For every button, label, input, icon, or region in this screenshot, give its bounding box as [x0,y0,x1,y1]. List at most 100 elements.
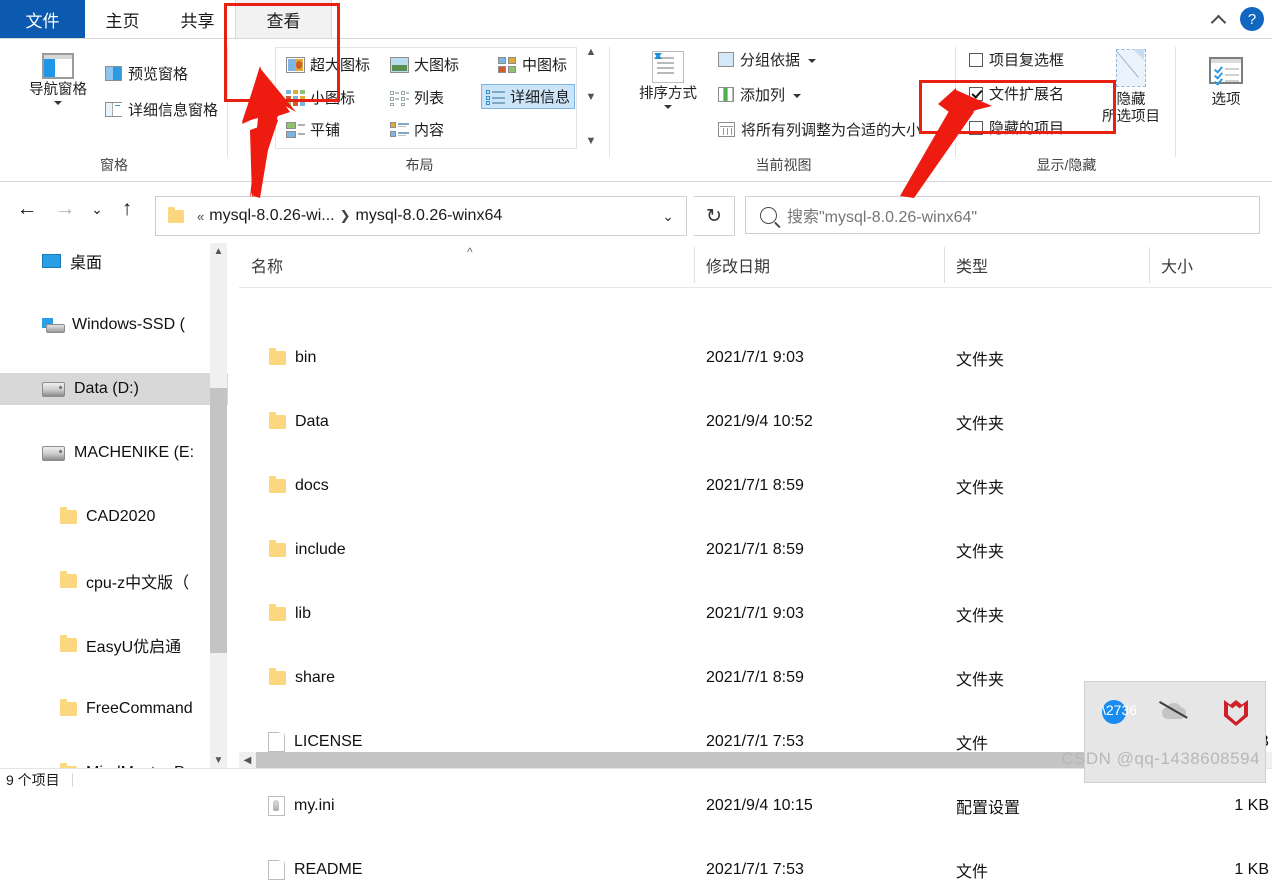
address-dropdown-icon[interactable]: ⌄ [662,208,674,225]
scroll-up-icon[interactable]: ▲ [210,243,227,260]
view-option-medium[interactable]: 中图标 [494,53,571,76]
tree-item-machenike-e[interactable]: MACHENIKE (E: [0,437,228,469]
view-option-extra-large[interactable]: 超大图标 [282,53,374,76]
search-input[interactable]: 搜索"mysql-8.0.26-winx64" [787,203,977,227]
add-column-button[interactable]: 添加列 [718,84,802,105]
table-row[interactable]: Data 2021/9/4 10:52 文件夹 [239,406,1272,438]
onedrive-offline-icon[interactable] [1159,700,1190,722]
tree-item-windows-ssd[interactable]: Windows-SSD ( [0,309,228,341]
ribbon-body: 导航窗格 预览窗格 详细信息窗格 窗格 超大图标 大图标 中图标 小图标 列表 … [0,39,1272,182]
nav-pane-button[interactable]: 导航窗格 [18,53,98,105]
file-date: 2021/7/1 8:59 [706,669,804,686]
crumb-overflow-button[interactable]: « [197,209,204,224]
breadcrumb-item-1[interactable]: mysql-8.0.26-wi... [209,207,334,225]
fit-columns-button[interactable]: 将所有列调整为合适的大小 [718,119,921,140]
mcafee-shield-icon[interactable] [1224,700,1248,726]
file-icon [268,860,285,880]
chevron-up-icon[interactable] [1210,10,1228,28]
tab-share[interactable]: 共享 [160,0,235,38]
details-pane-button[interactable]: 详细信息窗格 [105,99,218,120]
column-header-type[interactable]: 类型 [944,243,1149,287]
sort-by-button[interactable]: 排序方式 [625,51,711,109]
main-content: 桌面 Windows-SSD ( Data (D:) MACHENIKE (E:… [0,243,1272,881]
tree-item-label: cpu-z中文版（ [86,575,190,592]
item-checkboxes-option[interactable]: 项目复选框 [969,49,1064,70]
address-bar[interactable]: « mysql-8.0.26-wi... ❯ mysql-8.0.26-winx… [155,196,687,236]
item-checkboxes-label: 项目复选框 [989,52,1065,69]
hide-selected-items-button[interactable]: 隐藏 所选项目 [1097,49,1165,125]
hidden-items-option[interactable]: 隐藏的项目 [969,117,1064,138]
column-header-size[interactable]: 大小 [1149,243,1269,287]
view-option-large[interactable]: 大图标 [386,53,463,76]
tab-share-label: 共享 [180,11,215,31]
view-option-small[interactable]: 小图标 [282,86,359,109]
up-button[interactable]: ↑ [114,196,140,222]
hidden-items-checkbox[interactable] [969,120,983,135]
nav-pane-label: 导航窗格 [29,82,87,98]
back-button[interactable]: ← [14,196,40,222]
item-checkboxes-checkbox[interactable] [969,52,983,67]
tree-item-label: Data (D:) [74,380,139,397]
tree-item-desktop[interactable]: 桌面 [0,245,228,277]
tab-home-label: 主页 [105,11,140,31]
scroll-left-icon[interactable]: ◀ [239,752,256,769]
table-row[interactable]: README 2021/7/1 7:53 文件 1 KB [239,854,1272,886]
status-item-count: 9 个项目 [6,772,60,788]
preview-pane-button[interactable]: 预览窗格 [105,63,188,84]
view-option-details[interactable]: 详细信息 [481,84,576,109]
tab-file[interactable]: 文件 [0,0,85,38]
file-type: 文件 [956,736,989,753]
layout-scroll-down-icon[interactable]: ▼ [586,91,597,103]
options-button[interactable]: 选项 [1195,57,1257,109]
recent-locations-button[interactable]: ⌄ [84,196,110,222]
file-extensions-option[interactable]: 文件扩展名 [969,83,1064,104]
bluetooth-icon[interactable] [1102,700,1126,724]
ini-file-icon [268,796,285,816]
chevron-down-icon [793,94,802,98]
extra-large-icons-icon [286,56,305,73]
column-header-type-label: 类型 [956,259,989,276]
table-row[interactable]: bin 2021/7/1 9:03 文件夹 [239,342,1272,374]
navigation-pane-scrollbar[interactable]: ▲ ▼ [210,243,227,769]
table-row[interactable]: my.ini 2021/9/4 10:15 配置设置 1 KB [239,790,1272,822]
scrollbar-thumb[interactable] [210,388,227,653]
view-option-tiles[interactable]: 平铺 [282,118,344,141]
layout-scroll-up-icon[interactable]: ▲ [586,47,597,58]
search-box[interactable]: 搜索"mysql-8.0.26-winx64" [745,196,1260,234]
tree-item-data-d[interactable]: Data (D:) [0,373,228,405]
tree-item-easyu[interactable]: EasyU优启通 [0,629,228,661]
layout-expand-icon[interactable]: ▼ [586,136,597,147]
view-option-content[interactable]: 内容 [386,118,448,141]
preview-pane-icon [105,66,122,81]
tab-home[interactable]: 主页 [85,0,160,38]
small-icons-icon [286,89,305,106]
scroll-down-icon[interactable]: ▼ [210,752,227,769]
breadcrumb-separator[interactable]: ❯ [340,208,351,224]
file-name: docs [295,477,329,494]
column-header-name[interactable]: 名称 ^ [239,243,694,287]
help-icon[interactable]: ? [1240,7,1264,31]
table-row[interactable]: include 2021/7/1 8:59 文件夹 [239,534,1272,566]
table-row[interactable]: lib 2021/7/1 9:03 文件夹 [239,598,1272,630]
file-extensions-checkbox[interactable] [969,86,983,101]
tab-view[interactable]: 查看 [235,0,332,38]
table-row[interactable]: docs 2021/7/1 8:59 文件夹 [239,470,1272,502]
tree-item-freecommander[interactable]: FreeCommand [0,693,228,725]
view-option-list[interactable]: 列表 [386,86,448,109]
drive-icon [42,445,65,461]
desktop-icon [42,254,61,268]
refresh-button[interactable]: ↻ [694,196,735,236]
group-by-button[interactable]: 分组依据 [718,49,817,70]
tree-item-cpuz[interactable]: cpu-z中文版（ [0,565,228,597]
breadcrumb-item-2[interactable]: mysql-8.0.26-winx64 [356,207,503,225]
tree-item-cad2020[interactable]: CAD2020 [0,501,228,533]
file-name: Data [295,413,329,430]
column-header-date[interactable]: 修改日期 [694,243,944,287]
tab-file-label: 文件 [25,11,60,31]
forward-button[interactable]: → [52,196,78,222]
current-view-group-label: 当前视图 [755,157,812,173]
watermark: CSDN @qq-1438608594 [1061,749,1260,768]
windows-drive-icon [42,317,65,333]
ribbon-group-options: 选项 [1177,39,1272,181]
layout-scroll-buttons[interactable]: ▲ ▼ ▼ [581,47,601,147]
